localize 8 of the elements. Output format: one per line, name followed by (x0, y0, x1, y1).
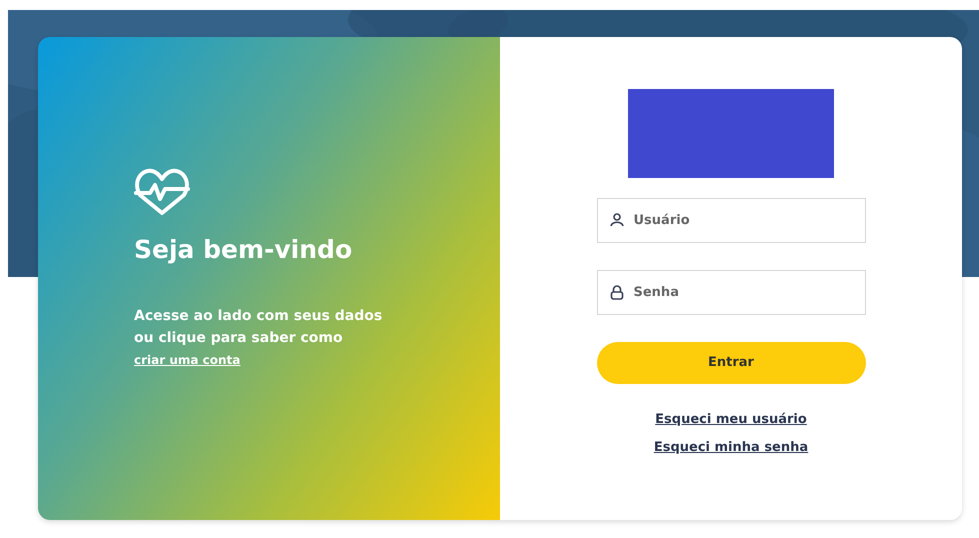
forgot-link[interactable]: Esqueci meu usuário (655, 410, 807, 430)
username-field[interactable]: Usuário (596, 198, 866, 243)
password-field[interactable]: Senha (596, 270, 866, 315)
heart-pulse-icon (134, 167, 190, 217)
welcome-title: Seja bem-vindo (134, 234, 354, 266)
forgot-link[interactable]: Esqueci minha senha (654, 438, 808, 457)
welcome-text: Acesse ao lado com seus dados ou clique para saber como criar uma conta (134, 306, 384, 370)
login-button[interactable]: Entrar (596, 342, 866, 384)
